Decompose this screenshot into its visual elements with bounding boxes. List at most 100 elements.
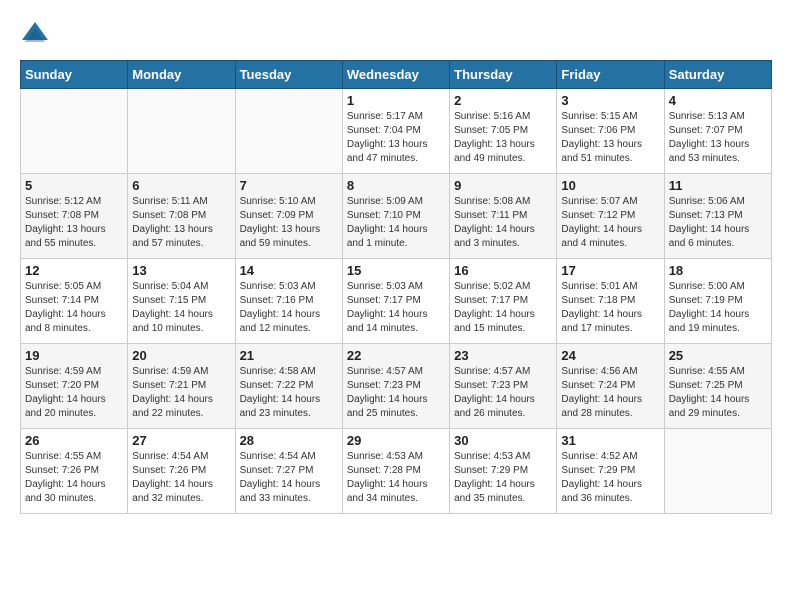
calendar-week-row: 1 Sunrise: 5:17 AM Sunset: 7:04 PM Daylig… xyxy=(21,89,772,174)
day-info: Sunrise: 5:10 AM Sunset: 7:09 PM Dayligh… xyxy=(240,195,338,251)
calendar-day-cell: 23 Sunrise: 4:57 AM Sunset: 7:23 PM Dayli… xyxy=(450,344,557,429)
day-number: 15 xyxy=(347,263,445,278)
calendar-day-cell: 3Sunrise: 5:15 AM Sunset: 7:06 PM Daylig… xyxy=(557,89,664,174)
calendar-day-cell xyxy=(128,89,235,174)
calendar-day-cell: 21 Sunrise: 4:58 AM Sunset: 7:22 PM Dayli… xyxy=(235,344,342,429)
calendar-day-cell: 11 Sunrise: 5:06 AM Sunset: 7:13 PM Dayli… xyxy=(664,174,771,259)
day-info: Sunrise: 5:03 AM Sunset: 7:16 PM Dayligh… xyxy=(240,280,338,336)
calendar-day-cell: 24 Sunrise: 4:56 AM Sunset: 7:24 PM Dayli… xyxy=(557,344,664,429)
day-number: 9 xyxy=(454,178,552,193)
day-info: Sunrise: 4:53 AM Sunset: 7:28 PM Dayligh… xyxy=(347,450,445,506)
calendar-day-cell xyxy=(21,89,128,174)
day-number: 1 xyxy=(347,93,445,108)
day-number: 21 xyxy=(240,348,338,363)
day-info: Sunrise: 4:55 AM Sunset: 7:25 PM Dayligh… xyxy=(669,365,767,421)
calendar-week-row: 12 Sunrise: 5:05 AM Sunset: 7:14 PM Dayli… xyxy=(21,259,772,344)
calendar-day-cell: 12 Sunrise: 5:05 AM Sunset: 7:14 PM Dayli… xyxy=(21,259,128,344)
day-info: Sunrise: 4:54 AM Sunset: 7:27 PM Dayligh… xyxy=(240,450,338,506)
calendar-week-row: 5 Sunrise: 5:12 AM Sunset: 7:08 PM Daylig… xyxy=(21,174,772,259)
weekday-header-cell: Wednesday xyxy=(342,61,449,89)
weekday-header-cell: Tuesday xyxy=(235,61,342,89)
day-info: Sunrise: 5:09 AM Sunset: 7:10 PM Dayligh… xyxy=(347,195,445,251)
day-number: 30 xyxy=(454,433,552,448)
calendar-day-cell: 30 Sunrise: 4:53 AM Sunset: 7:29 PM Dayli… xyxy=(450,429,557,514)
day-info: Sunrise: 4:59 AM Sunset: 7:21 PM Dayligh… xyxy=(132,365,230,421)
calendar-day-cell: 13 Sunrise: 5:04 AM Sunset: 7:15 PM Dayli… xyxy=(128,259,235,344)
calendar-body: 1 Sunrise: 5:17 AM Sunset: 7:04 PM Daylig… xyxy=(21,89,772,514)
calendar-day-cell: 19Sunrise: 4:59 AM Sunset: 7:20 PM Dayli… xyxy=(21,344,128,429)
calendar-table: SundayMondayTuesdayWednesdayThursdayFrid… xyxy=(20,60,772,514)
day-number: 12 xyxy=(25,263,123,278)
calendar-day-cell: 15 Sunrise: 5:03 AM Sunset: 7:17 PM Dayli… xyxy=(342,259,449,344)
day-number: 6 xyxy=(132,178,230,193)
day-number: 29 xyxy=(347,433,445,448)
weekday-header-cell: Monday xyxy=(128,61,235,89)
calendar-day-cell: 31 Sunrise: 4:52 AM Sunset: 7:29 PM Dayli… xyxy=(557,429,664,514)
day-info: Sunrise: 4:54 AM Sunset: 7:26 PM Dayligh… xyxy=(132,450,230,506)
weekday-header-cell: Sunday xyxy=(21,61,128,89)
day-number: 5 xyxy=(25,178,123,193)
calendar-day-cell: 7 Sunrise: 5:10 AM Sunset: 7:09 PM Daylig… xyxy=(235,174,342,259)
calendar-week-row: 19Sunrise: 4:59 AM Sunset: 7:20 PM Dayli… xyxy=(21,344,772,429)
calendar-week-row: 26 Sunrise: 4:55 AM Sunset: 7:26 PM Dayli… xyxy=(21,429,772,514)
calendar-day-cell: 4 Sunrise: 5:13 AM Sunset: 7:07 PM Daylig… xyxy=(664,89,771,174)
day-info: Sunrise: 5:05 AM Sunset: 7:14 PM Dayligh… xyxy=(25,280,123,336)
calendar-day-cell: 26 Sunrise: 4:55 AM Sunset: 7:26 PM Dayli… xyxy=(21,429,128,514)
calendar-day-cell: 22Sunrise: 4:57 AM Sunset: 7:23 PM Dayli… xyxy=(342,344,449,429)
calendar-day-cell: 9Sunrise: 5:08 AM Sunset: 7:11 PM Daylig… xyxy=(450,174,557,259)
day-number: 28 xyxy=(240,433,338,448)
day-info: Sunrise: 5:02 AM Sunset: 7:17 PM Dayligh… xyxy=(454,280,552,336)
weekday-header-cell: Saturday xyxy=(664,61,771,89)
day-info: Sunrise: 5:03 AM Sunset: 7:17 PM Dayligh… xyxy=(347,280,445,336)
logo-icon xyxy=(20,20,50,50)
calendar-day-cell: 25Sunrise: 4:55 AM Sunset: 7:25 PM Dayli… xyxy=(664,344,771,429)
calendar-day-cell: 18Sunrise: 5:00 AM Sunset: 7:19 PM Dayli… xyxy=(664,259,771,344)
day-info: Sunrise: 4:53 AM Sunset: 7:29 PM Dayligh… xyxy=(454,450,552,506)
day-number: 16 xyxy=(454,263,552,278)
calendar-day-cell: 1 Sunrise: 5:17 AM Sunset: 7:04 PM Daylig… xyxy=(342,89,449,174)
day-number: 24 xyxy=(561,348,659,363)
day-number: 11 xyxy=(669,178,767,193)
day-info: Sunrise: 5:04 AM Sunset: 7:15 PM Dayligh… xyxy=(132,280,230,336)
day-number: 20 xyxy=(132,348,230,363)
day-info: Sunrise: 5:16 AM Sunset: 7:05 PM Dayligh… xyxy=(454,110,552,166)
day-number: 14 xyxy=(240,263,338,278)
day-info: Sunrise: 5:12 AM Sunset: 7:08 PM Dayligh… xyxy=(25,195,123,251)
calendar-day-cell: 5 Sunrise: 5:12 AM Sunset: 7:08 PM Daylig… xyxy=(21,174,128,259)
day-info: Sunrise: 4:58 AM Sunset: 7:22 PM Dayligh… xyxy=(240,365,338,421)
day-number: 19 xyxy=(25,348,123,363)
day-number: 27 xyxy=(132,433,230,448)
day-info: Sunrise: 4:55 AM Sunset: 7:26 PM Dayligh… xyxy=(25,450,123,506)
day-number: 26 xyxy=(25,433,123,448)
day-info: Sunrise: 5:13 AM Sunset: 7:07 PM Dayligh… xyxy=(669,110,767,166)
day-info: Sunrise: 4:56 AM Sunset: 7:24 PM Dayligh… xyxy=(561,365,659,421)
day-number: 22 xyxy=(347,348,445,363)
day-info: Sunrise: 5:15 AM Sunset: 7:06 PM Dayligh… xyxy=(561,110,659,166)
day-number: 18 xyxy=(669,263,767,278)
calendar-day-cell: 28 Sunrise: 4:54 AM Sunset: 7:27 PM Dayli… xyxy=(235,429,342,514)
day-info: Sunrise: 5:07 AM Sunset: 7:12 PM Dayligh… xyxy=(561,195,659,251)
calendar-day-cell xyxy=(664,429,771,514)
day-info: Sunrise: 4:57 AM Sunset: 7:23 PM Dayligh… xyxy=(454,365,552,421)
day-number: 31 xyxy=(561,433,659,448)
calendar-day-cell: 29 Sunrise: 4:53 AM Sunset: 7:28 PM Dayli… xyxy=(342,429,449,514)
page-header xyxy=(20,20,772,50)
day-info: Sunrise: 5:06 AM Sunset: 7:13 PM Dayligh… xyxy=(669,195,767,251)
calendar-day-cell: 8 Sunrise: 5:09 AM Sunset: 7:10 PM Daylig… xyxy=(342,174,449,259)
calendar-day-cell: 17Sunrise: 5:01 AM Sunset: 7:18 PM Dayli… xyxy=(557,259,664,344)
day-info: Sunrise: 4:52 AM Sunset: 7:29 PM Dayligh… xyxy=(561,450,659,506)
day-number: 7 xyxy=(240,178,338,193)
calendar-day-cell: 20 Sunrise: 4:59 AM Sunset: 7:21 PM Dayli… xyxy=(128,344,235,429)
day-number: 4 xyxy=(669,93,767,108)
day-number: 17 xyxy=(561,263,659,278)
day-number: 8 xyxy=(347,178,445,193)
calendar-day-cell: 2 Sunrise: 5:16 AM Sunset: 7:05 PM Daylig… xyxy=(450,89,557,174)
weekday-header-cell: Friday xyxy=(557,61,664,89)
calendar-day-cell: 27 Sunrise: 4:54 AM Sunset: 7:26 PM Dayli… xyxy=(128,429,235,514)
day-number: 23 xyxy=(454,348,552,363)
day-number: 13 xyxy=(132,263,230,278)
calendar-day-cell xyxy=(235,89,342,174)
day-number: 2 xyxy=(454,93,552,108)
calendar-day-cell: 6Sunrise: 5:11 AM Sunset: 7:08 PM Daylig… xyxy=(128,174,235,259)
day-info: Sunrise: 5:17 AM Sunset: 7:04 PM Dayligh… xyxy=(347,110,445,166)
